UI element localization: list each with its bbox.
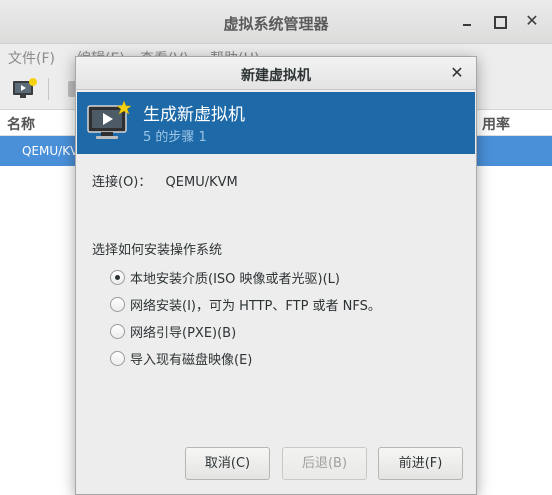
connection-row: 连接(O)： QEMU/KVM [92, 171, 238, 190]
radio-button[interactable] [110, 269, 125, 285]
toolbar-separator [48, 78, 49, 100]
column-cpu-header[interactable]: 用率 [482, 114, 510, 134]
forward-button[interactable]: 前进(F) [378, 447, 463, 480]
install-method-label: 选择如何安装操作系统 [92, 243, 223, 258]
radio-label[interactable]: 导入现有磁盘映像(E) [130, 349, 252, 368]
close-icon[interactable]: ✕ [524, 13, 540, 29]
dialog-titlebar: 新建虚拟机 ✕ [76, 57, 476, 90]
radio-button[interactable] [110, 296, 125, 312]
cancel-button[interactable]: 取消(C) [185, 447, 270, 480]
minimize-icon[interactable] [459, 13, 475, 29]
radio-label[interactable]: 本地安装介质(ISO 映像或者光驱)(L) [130, 268, 340, 287]
step-indicator: 5 的步骤 1 [143, 130, 207, 145]
main-titlebar: 虚拟系统管理器 ✕ [0, 0, 552, 44]
radio-button[interactable] [110, 350, 125, 366]
radio-label[interactable]: 网络引导(PXE)(B) [130, 322, 236, 341]
connection-value: QEMU/KVM [165, 175, 238, 190]
dialog-title: 新建虚拟机 [241, 68, 311, 84]
radio-label[interactable]: 网络安装(I)，可为 HTTP、FTP 或者 NFS。 [130, 295, 381, 314]
new-vm-icon[interactable] [12, 78, 38, 100]
connection-label: 连接(O)： [92, 175, 152, 190]
radio-import-disk[interactable]: 导入现有磁盘映像(E) [110, 348, 252, 368]
radio-button[interactable] [110, 323, 125, 339]
wizard-banner: 生成新虚拟机 5 的步骤 1 [77, 92, 475, 154]
radio-network-boot[interactable]: 网络引导(PXE)(B) [110, 321, 236, 341]
menu-file[interactable]: 文件(F) [8, 48, 55, 68]
maximize-icon[interactable] [491, 13, 507, 29]
banner-title: 生成新虚拟机 [143, 105, 245, 125]
dialog-close-icon[interactable]: ✕ [448, 64, 466, 82]
new-vm-icon [86, 100, 132, 142]
back-button[interactable]: 后退(B) [282, 447, 367, 480]
column-name-header[interactable]: 名称 [7, 114, 35, 134]
new-vm-dialog: 新建虚拟机 ✕ 生成新虚拟机 5 的步骤 1 连接(O)： QEMU/KVM 选… [75, 56, 477, 495]
radio-local-media[interactable]: 本地安装介质(ISO 映像或者光驱)(L) [110, 267, 340, 287]
radio-network-install[interactable]: 网络安装(I)，可为 HTTP、FTP 或者 NFS。 [110, 294, 381, 314]
